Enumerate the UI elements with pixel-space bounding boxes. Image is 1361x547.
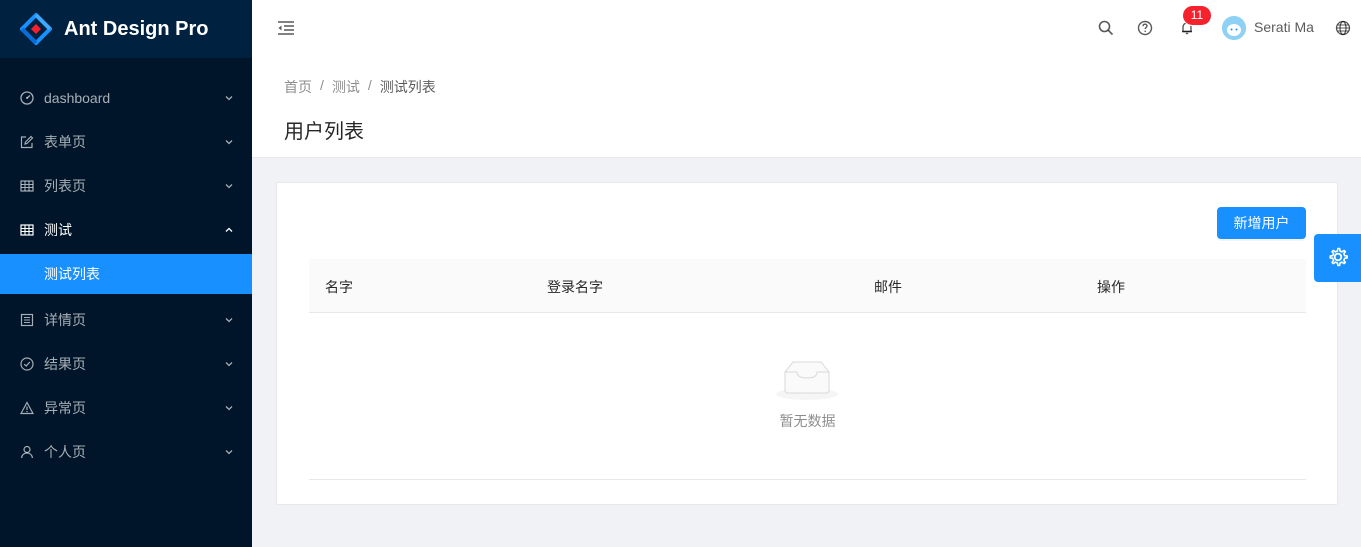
content-card: 新增用户 名字 登录名字 邮件 操作 暂无数据	[276, 182, 1338, 505]
sidebar-item-label: 详情页	[44, 312, 86, 328]
global-header: 11 Serati Ma	[252, 0, 1361, 58]
notification-count-badge: 11	[1183, 6, 1211, 25]
table-icon	[20, 179, 34, 193]
breadcrumb-separator: /	[320, 77, 324, 93]
add-user-button[interactable]: 新增用户	[1217, 207, 1306, 239]
sidebar-item-account[interactable]: 个人页	[0, 430, 252, 474]
user-table: 名字 登录名字 邮件 操作 暂无数据	[309, 259, 1306, 480]
settings-drawer-button[interactable]	[1314, 234, 1361, 282]
logo-icon	[19, 12, 53, 46]
sidebar: Ant Design Pro dashboard 表单页 列表页 测试 测试列表…	[0, 0, 252, 547]
sidebar-item-profile[interactable]: 详情页	[0, 298, 252, 342]
sidebar-item-label: 测试	[44, 222, 72, 238]
form-icon	[20, 135, 34, 149]
breadcrumb: 首页 / 测试 / 测试列表	[284, 77, 436, 97]
app-title: Ant Design Pro	[64, 17, 209, 40]
gear-icon	[1327, 246, 1349, 271]
globe-icon[interactable]	[1333, 18, 1353, 38]
page-title: 用户列表	[284, 121, 364, 143]
chevron-down-icon	[224, 359, 234, 369]
sidebar-item-list[interactable]: 列表页	[0, 164, 252, 208]
table-header: 名字 登录名字 邮件 操作	[309, 259, 1306, 313]
chevron-down-icon	[224, 181, 234, 191]
sidebar-item-label: 测试列表	[44, 266, 100, 282]
empty-text: 暂无数据	[779, 413, 836, 429]
column-header-login-name: 登录名字	[547, 279, 603, 295]
sidebar-subitem-test-list[interactable]: 测试列表	[0, 254, 252, 294]
sidebar-item-label: 列表页	[44, 178, 86, 194]
profile-icon	[20, 313, 34, 327]
avatar[interactable]	[1222, 16, 1246, 40]
breadcrumb-item-test[interactable]: 测试	[332, 77, 360, 97]
sidebar-item-label: 结果页	[44, 356, 86, 372]
table-icon	[20, 223, 34, 237]
sidebar-item-dashboard[interactable]: dashboard	[0, 76, 252, 120]
sidebar-item-label: 异常页	[44, 400, 86, 416]
sidebar-item-label: dashboard	[44, 90, 111, 106]
sidebar-item-form[interactable]: 表单页	[0, 120, 252, 164]
logo[interactable]: Ant Design Pro	[0, 0, 252, 58]
sidebar-item-result[interactable]: 结果页	[0, 342, 252, 386]
column-header-actions: 操作	[1097, 279, 1125, 295]
username[interactable]: Serati Ma	[1254, 19, 1314, 35]
warning-icon	[20, 401, 34, 415]
chevron-down-icon	[224, 315, 234, 325]
dashboard-icon	[20, 91, 34, 105]
sidebar-item-label: 表单页	[44, 134, 86, 150]
sidebar-item-label: 个人页	[44, 444, 86, 460]
page-header: 首页 / 测试 / 测试列表 用户列表	[252, 58, 1361, 158]
sidebar-item-exception[interactable]: 异常页	[0, 386, 252, 430]
chevron-down-icon	[224, 137, 234, 147]
question-circle-icon[interactable]	[1135, 18, 1155, 38]
user-icon	[20, 445, 34, 459]
menu-fold-icon[interactable]	[276, 18, 296, 38]
breadcrumb-separator: /	[367, 77, 372, 93]
check-circle-icon	[20, 357, 34, 371]
chevron-down-icon	[224, 447, 234, 457]
search-icon[interactable]	[1096, 18, 1116, 38]
table-empty-state: 暂无数据	[309, 313, 1306, 480]
breadcrumb-item-home[interactable]: 首页	[284, 77, 312, 97]
sidebar-item-test[interactable]: 测试	[0, 208, 252, 252]
chevron-down-icon	[224, 403, 234, 413]
sidebar-menu: dashboard 表单页 列表页 测试 测试列表 详情页 结果页 异常页 个人…	[0, 76, 252, 474]
column-header-name: 名字	[325, 279, 353, 295]
empty-inbox-icon	[775, 359, 839, 401]
column-header-email: 邮件	[874, 279, 902, 295]
breadcrumb-item-current: 测试列表	[379, 79, 436, 95]
chevron-up-icon	[224, 225, 234, 235]
chevron-down-icon	[224, 93, 234, 103]
